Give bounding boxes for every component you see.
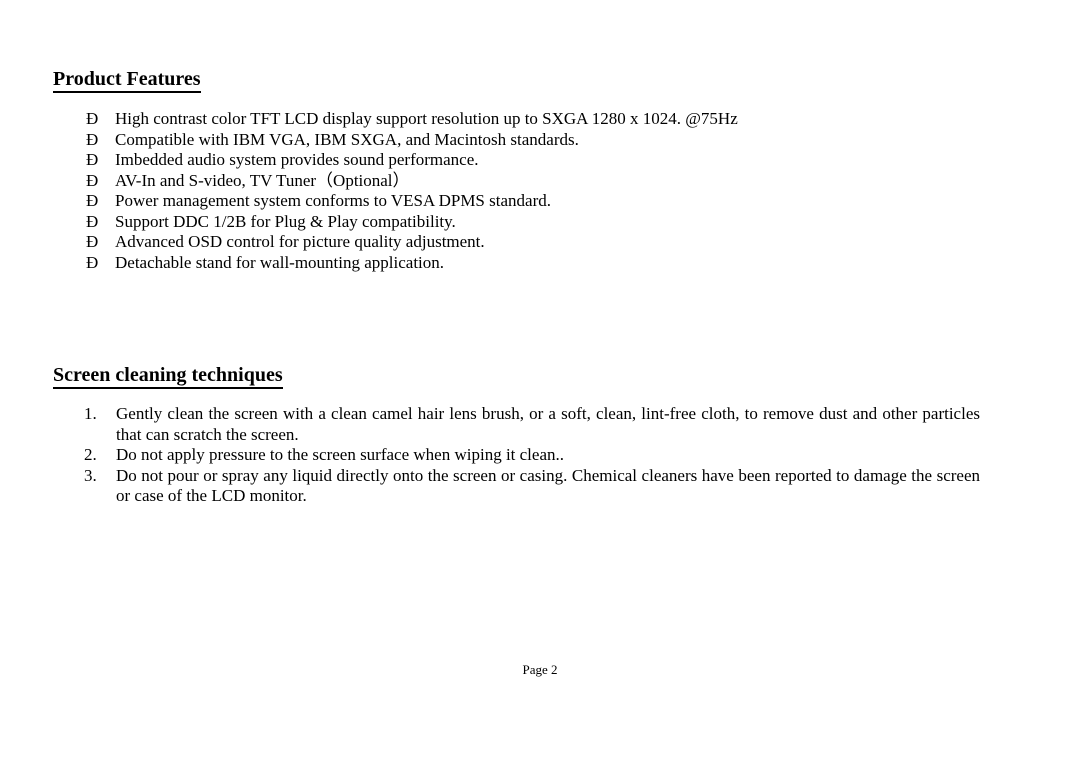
screen-cleaning-list: 1. Gently clean the screen with a clean … (53, 404, 980, 507)
screen-cleaning-section: Screen cleaning techniques (53, 364, 980, 389)
eth-bullet-icon: Ð (86, 129, 99, 149)
list-item: Ð Power management system conforms to VE… (53, 191, 980, 212)
list-item-text: Advanced OSD control for picture quality… (115, 232, 485, 251)
eth-bullet-icon: Ð (86, 150, 99, 169)
list-item: Ð Compatible with IBM VGA, IBM SXGA, and… (53, 130, 980, 151)
list-item: Ð AV-In and S-video, TV Tuner（Optional） (53, 171, 980, 192)
product-features-list: Ð High contrast color TFT LCD display su… (53, 109, 980, 273)
eth-bullet-icon: Ð (86, 109, 99, 128)
eth-bullet-icon: Ð (86, 252, 99, 272)
eth-bullet-icon: Ð (86, 211, 99, 231)
heading-screen-cleaning-techniques: Screen cleaning techniques (53, 364, 283, 389)
list-item: Ð Imbedded audio system provides sound p… (53, 150, 980, 171)
list-item-text: AV-In and S-video, TV Tuner（Optional） (115, 170, 410, 190)
product-features-section: Product Features (53, 68, 980, 93)
list-item: 1. Gently clean the screen with a clean … (53, 404, 980, 445)
list-item: 2. Do not apply pressure to the screen s… (53, 445, 980, 466)
list-item: Ð Detachable stand for wall-mounting app… (53, 253, 980, 274)
list-item-text: Support DDC 1/2B for Plug & Play compati… (115, 211, 456, 231)
list-item-text: Compatible with IBM VGA, IBM SXGA, and M… (115, 129, 579, 149)
list-item-text: Power management system conforms to VESA… (115, 191, 551, 210)
eth-bullet-icon: Ð (86, 232, 99, 251)
list-item-text: Gently clean the screen with a clean cam… (116, 404, 980, 444)
document-page: Product Features Ð High contrast color T… (0, 0, 1080, 763)
page-number-label: Page 2 (522, 662, 558, 677)
heading-product-features: Product Features (53, 68, 201, 93)
list-item-text: High contrast color TFT LCD display supp… (115, 109, 738, 128)
page-footer: Page 2 (0, 662, 1080, 678)
list-item-text: Imbedded audio system provides sound per… (115, 150, 479, 169)
list-item-text: Detachable stand for wall-mounting appli… (115, 252, 445, 272)
list-item-text: Do not pour or spray any liquid directly… (116, 465, 980, 506)
list-item: Ð Advanced OSD control for picture quali… (53, 232, 980, 253)
section-divider-space (53, 273, 980, 364)
eth-bullet-icon: Ð (86, 191, 99, 210)
list-item-text: Do not apply pressure to the screen surf… (116, 445, 564, 464)
list-item-number: 2. (84, 445, 97, 464)
list-item: 3. Do not pour or spray any liquid direc… (53, 466, 980, 507)
eth-bullet-icon: Ð (86, 170, 99, 190)
list-item: Ð Support DDC 1/2B for Plug & Play compa… (53, 212, 980, 233)
list-item-number: 1. (84, 404, 97, 423)
page-content: Product Features Ð High contrast color T… (53, 0, 980, 507)
list-item-number: 3. (84, 465, 97, 485)
list-item: Ð High contrast color TFT LCD display su… (53, 109, 980, 130)
